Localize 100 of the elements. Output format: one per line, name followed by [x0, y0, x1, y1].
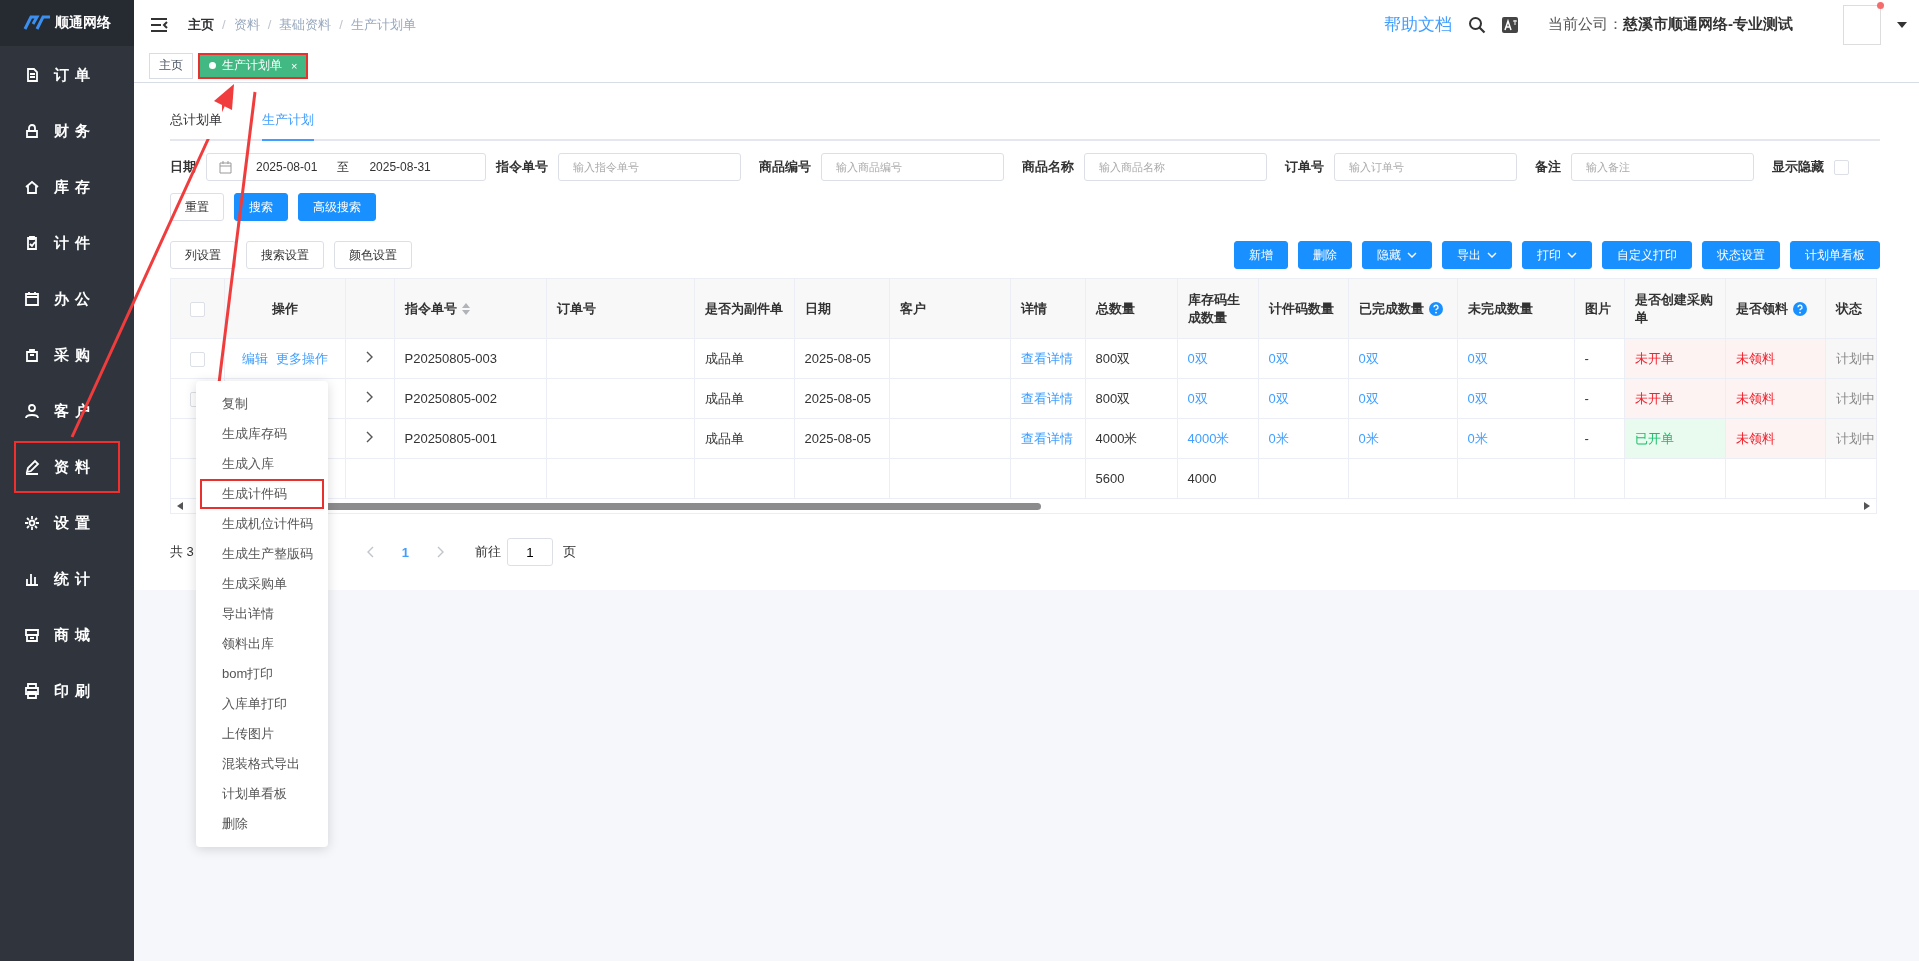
menu-item[interactable]: 混装格式导出: [200, 749, 324, 779]
menu-item[interactable]: 删除: [200, 809, 324, 839]
printer-icon: [24, 683, 40, 699]
scroll-left-icon[interactable]: [177, 502, 183, 510]
settings-button[interactable]: 颜色设置: [334, 241, 412, 269]
checkbox[interactable]: [1834, 159, 1849, 175]
input-field[interactable]: 输入订单号: [1334, 153, 1517, 181]
chevron-right-icon[interactable]: [365, 351, 374, 363]
input-field[interactable]: 输入指令单号: [558, 153, 741, 181]
sidebar-item[interactable]: 办公: [14, 273, 120, 325]
sidebar-item[interactable]: 印刷: [14, 665, 120, 717]
menu-item[interactable]: bom打印: [200, 659, 324, 689]
column-header: 状态: [1835, 299, 1862, 318]
menu-item[interactable]: 计划单看板: [200, 779, 324, 809]
sidebar-item[interactable]: 商城: [14, 609, 120, 661]
breadcrumb-item: 资料: [233, 15, 260, 34]
table-cell: 4000: [1187, 471, 1217, 486]
column-header: 订单号: [556, 299, 596, 318]
settings-button[interactable]: 列设置: [170, 241, 236, 269]
sidebar-item[interactable]: 统计: [14, 553, 120, 605]
table-cell: P20250805-001: [404, 431, 498, 446]
chevron-right-icon[interactable]: [365, 431, 374, 443]
sidebar-item[interactable]: 计件: [14, 217, 120, 269]
sidebar-item[interactable]: 订单: [14, 49, 120, 101]
breadcrumb-item: 生产计划单: [350, 15, 416, 34]
menu-item[interactable]: 领料出库: [200, 629, 324, 659]
column-header: 日期: [804, 299, 831, 318]
column-header: 库存码生成数量: [1187, 290, 1241, 327]
column-header: 未完成数量: [1467, 299, 1533, 318]
scroll-right-icon[interactable]: [1864, 502, 1870, 510]
breadcrumb-separator: /: [267, 17, 272, 32]
caret-icon[interactable]: [1897, 21, 1907, 28]
menu-item[interactable]: 生成采购单: [200, 569, 324, 599]
column-header: 指令单号: [404, 299, 457, 318]
sort-icon[interactable]: [461, 302, 470, 315]
column-header: 客户: [899, 299, 926, 318]
table-cell: 800双: [1095, 350, 1131, 366]
sidebar-item[interactable]: 采购: [14, 329, 120, 381]
search-icon[interactable]: [1468, 15, 1486, 34]
house-icon: [24, 179, 40, 195]
menu-item[interactable]: 生成库存码: [200, 419, 324, 449]
sidebar-item[interactable]: 设置: [14, 497, 120, 549]
menu-item[interactable]: 生成生产整版码: [200, 539, 324, 569]
next-page-icon[interactable]: [437, 546, 446, 558]
chevron-right-icon[interactable]: [365, 391, 374, 403]
breadcrumb-item: 基础资料: [279, 15, 332, 34]
menu-item[interactable]: 导出详情: [200, 599, 324, 629]
menu-item[interactable]: 生成入库: [200, 449, 324, 479]
logo-text: 顺通网络: [55, 14, 111, 32]
breadcrumb-item[interactable]: 主页: [188, 15, 214, 34]
help-icon[interactable]: [1428, 301, 1443, 316]
reset-button[interactable]: 重置: [170, 193, 224, 221]
table-cell: 4000米: [1095, 430, 1138, 446]
menu-item[interactable]: 生成机位计件码: [200, 509, 324, 539]
checkbox[interactable]: [189, 301, 205, 317]
field-label: 商品编号: [759, 158, 811, 176]
column-header: 图片: [1584, 299, 1611, 318]
column-header: 详情: [1020, 299, 1047, 318]
settings-button[interactable]: 搜索设置: [246, 241, 324, 269]
menu-item[interactable]: 入库单打印: [200, 689, 324, 719]
previous-page-icon[interactable]: [365, 546, 374, 558]
column-header: 总数量: [1095, 299, 1135, 318]
input-field[interactable]: 输入商品编号: [821, 153, 1004, 181]
menu-item[interactable]: 复制: [200, 389, 324, 419]
table-cell: P20250805-003: [404, 351, 498, 366]
status-cell: 未领料: [1725, 378, 1825, 419]
translate-icon[interactable]: [1502, 16, 1518, 33]
chevron-down-icon: [1487, 252, 1497, 258]
menu-item[interactable]: 上传图片: [200, 719, 324, 749]
table-cell: 5600: [1095, 471, 1125, 486]
column-header: 计件码数量: [1268, 299, 1334, 318]
table-cell: 成品单: [704, 430, 744, 446]
field-label: 订单号: [1285, 158, 1324, 176]
table-cell: -: [1584, 351, 1589, 366]
goto-label: 前往: [475, 543, 502, 561]
menu-item[interactable]: 生成计件码: [200, 479, 324, 509]
page-input[interactable]: 1: [507, 538, 554, 566]
table-cell: 2025-08-05: [804, 391, 871, 406]
status-cell: 未领料: [1725, 418, 1825, 459]
help-icon[interactable]: [1792, 301, 1807, 316]
checkbox[interactable]: [189, 351, 205, 367]
date-range-field[interactable]: 2025-08-01 至 2025-08-31: [206, 153, 486, 181]
menu-toggle-icon[interactable]: [150, 17, 168, 32]
sidebar-item[interactable]: 资料: [14, 441, 120, 493]
column-header: 是否创建采购单: [1634, 290, 1714, 327]
shop-icon: [24, 627, 40, 643]
status-cell: 未开单: [1624, 378, 1725, 419]
table-cell: 计划中: [1835, 390, 1875, 406]
column-header: 已完成数量: [1358, 299, 1424, 318]
pencil-icon: [24, 459, 40, 475]
input-field[interactable]: 输入备注: [1571, 153, 1754, 181]
current-company: 当前公司：慈溪市顺通网络-专业测试: [1548, 15, 1793, 34]
page-tab[interactable]: 主页: [149, 52, 193, 79]
document-icon: [24, 67, 40, 83]
sidebar-item[interactable]: 库存: [14, 161, 120, 213]
input-field[interactable]: 输入商品名称: [1084, 153, 1267, 181]
tab[interactable]: 总计划单: [170, 105, 222, 139]
gear-icon: [24, 515, 40, 531]
calendar-icon: [219, 160, 232, 174]
sidebar-item[interactable]: 财务: [14, 105, 120, 157]
